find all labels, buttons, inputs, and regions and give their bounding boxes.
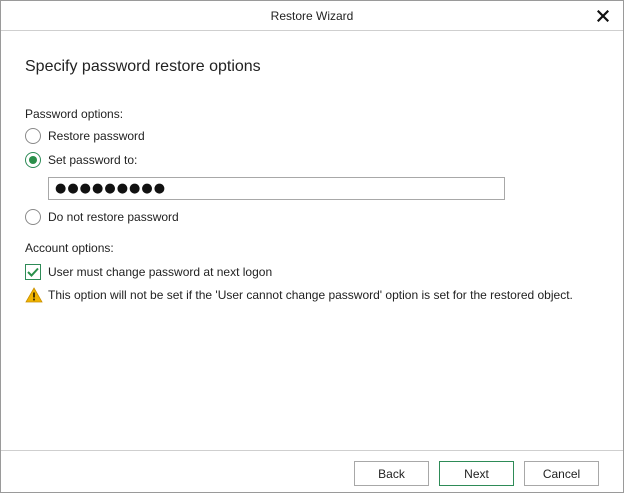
do-not-restore-password-label: Do not restore password — [48, 210, 179, 224]
back-button[interactable]: Back — [354, 461, 429, 486]
checkmark-icon — [27, 267, 39, 277]
close-icon — [597, 10, 609, 22]
restore-wizard-window: Restore Wizard Specify password restore … — [0, 0, 624, 493]
close-button[interactable] — [593, 6, 613, 26]
title-bar: Restore Wizard — [1, 1, 623, 31]
next-button[interactable]: Next — [439, 461, 514, 486]
set-password-label: Set password to: — [48, 153, 138, 167]
page-heading: Specify password restore options — [25, 58, 261, 75]
wizard-footer: Back Next Cancel — [1, 450, 623, 492]
warning-message: This option will not be set if the 'User… — [25, 286, 573, 304]
password-options-label: Password options: — [25, 107, 124, 121]
restore-password-label: Restore password — [48, 129, 145, 143]
restore-password-radio[interactable]: Restore password — [25, 127, 145, 145]
cancel-button[interactable]: Cancel — [524, 461, 599, 486]
must-change-password-checkbox-row[interactable]: User must change password at next logon — [25, 263, 272, 281]
radio-button[interactable] — [25, 209, 41, 225]
radio-button-selected[interactable] — [25, 152, 41, 168]
password-field[interactable] — [48, 177, 505, 200]
do-not-restore-password-radio[interactable]: Do not restore password — [25, 208, 179, 226]
account-options-label: Account options: — [25, 241, 114, 255]
must-change-password-label: User must change password at next logon — [48, 265, 273, 279]
set-password-radio[interactable]: Set password to: — [25, 151, 137, 169]
warning-icon — [25, 287, 43, 303]
warning-text: This option will not be set if the 'User… — [48, 288, 573, 302]
must-change-password-checkbox[interactable] — [25, 264, 41, 280]
radio-button[interactable] — [25, 128, 41, 144]
window-title: Restore Wizard — [270, 9, 354, 23]
